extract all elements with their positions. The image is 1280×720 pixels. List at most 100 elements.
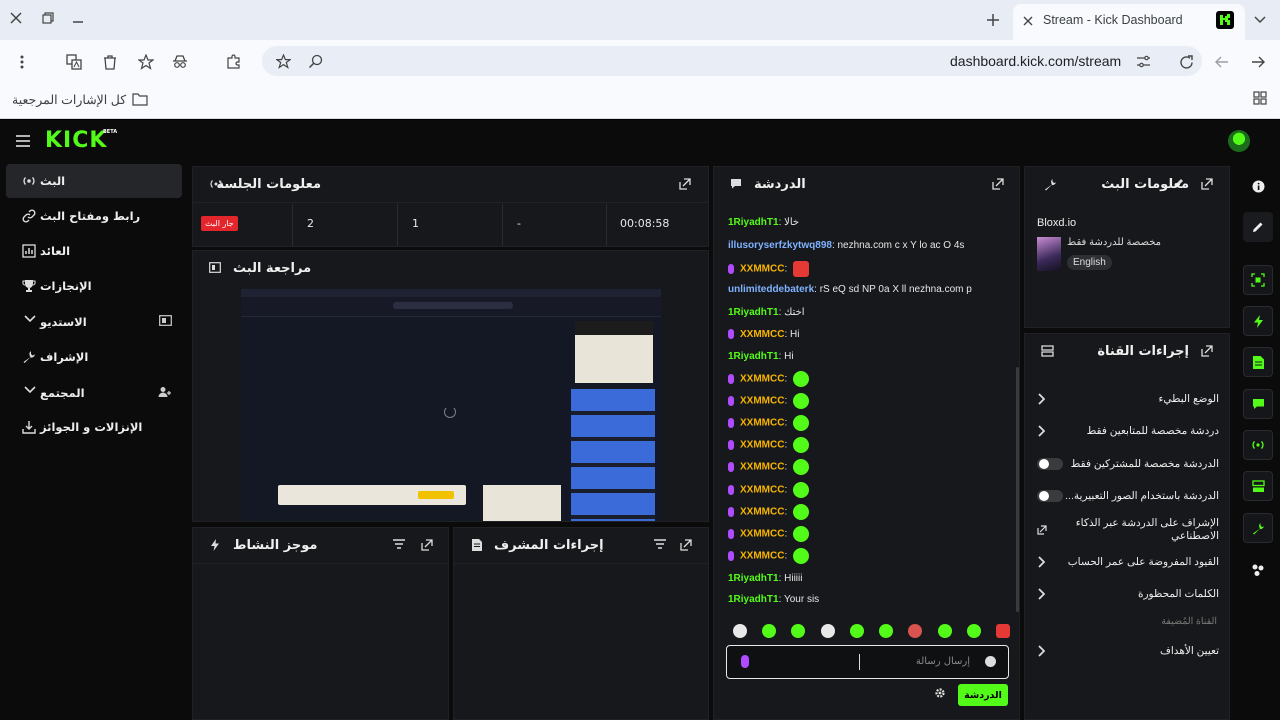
emote-icon[interactable] xyxy=(733,624,747,638)
tab-search-chevron-icon[interactable] xyxy=(1250,10,1270,30)
browser-tab-kick[interactable]: Stream - Kick Dashboard xyxy=(1013,4,1245,40)
subscribers-only-toggle[interactable] xyxy=(1037,458,1063,470)
sidebar-item-studio[interactable]: الاستديو xyxy=(6,305,182,339)
bookmark-star-icon[interactable] xyxy=(274,52,292,70)
set-goals-row[interactable]: تعيين الأهداف xyxy=(1037,636,1219,666)
chat-message: XXMMCC: xyxy=(728,482,810,498)
user-avatar[interactable] xyxy=(1228,130,1250,152)
filter-icon[interactable] xyxy=(654,539,666,549)
video-game-thumbnails xyxy=(571,389,655,521)
extensions-icon[interactable] xyxy=(224,52,244,72)
sidebar-item-moderation[interactable]: الإشراف xyxy=(6,340,182,374)
reload-icon[interactable] xyxy=(1176,52,1196,72)
new-tab-icon[interactable] xyxy=(983,10,1003,30)
info-icon[interactable] xyxy=(1243,171,1273,201)
broadcast-icon[interactable] xyxy=(1243,430,1273,460)
popout-icon[interactable] xyxy=(992,178,1004,190)
account-age-row[interactable]: القيود المفروضة على عمر الحساب xyxy=(1037,547,1219,577)
chat-input[interactable]: إرسال رسالة xyxy=(726,645,1009,679)
send-chat-button[interactable]: الدردشة xyxy=(958,684,1008,706)
minimize-window-icon[interactable] xyxy=(68,8,88,28)
emote-icon xyxy=(793,371,810,387)
emote-icon[interactable] xyxy=(908,624,923,638)
chat-settings-gear-icon[interactable] xyxy=(934,687,946,699)
emote-only-row[interactable]: الدردشة باستخدام الصور التعبيرية... xyxy=(1037,481,1219,511)
emote-icon[interactable] xyxy=(937,624,952,638)
sidebar-item-achievements[interactable]: الإنجازات xyxy=(6,269,182,303)
chat-message: 1RiyadhT1: اختك xyxy=(728,307,805,318)
add-widget-icon[interactable] xyxy=(1243,555,1273,585)
apps-grid-icon[interactable] xyxy=(1250,89,1270,107)
microphone-icon[interactable] xyxy=(741,655,749,668)
badge-icon xyxy=(728,507,734,517)
close-window-icon[interactable] xyxy=(6,8,26,28)
filter-icon[interactable] xyxy=(393,539,405,549)
sidebar-item-drops[interactable]: الإنزالات و الجوائز xyxy=(6,410,182,444)
popout-icon[interactable] xyxy=(1201,178,1213,190)
favorites-icon[interactable] xyxy=(136,52,156,72)
capture-icon[interactable] xyxy=(1243,265,1273,295)
emoji-picker-icon[interactable] xyxy=(985,656,996,667)
chat-message: XXMMCC: xyxy=(728,437,810,453)
sidebar-item-revenue[interactable]: العائد xyxy=(6,234,182,268)
emote-icon[interactable] xyxy=(762,624,777,638)
site-settings-icon[interactable] xyxy=(1134,52,1152,70)
followers-only-row[interactable]: دردشة مخصصة للمتابعين فقط xyxy=(1037,416,1219,446)
channel-actions-icon[interactable] xyxy=(1243,471,1273,501)
url-text[interactable]: dashboard.kick.com/stream xyxy=(950,53,1121,69)
stream-video-player[interactable] xyxy=(241,289,661,521)
emote-icon[interactable] xyxy=(966,624,981,638)
popout-icon[interactable] xyxy=(680,539,692,551)
delete-icon[interactable] xyxy=(100,52,120,72)
emote-icon[interactable] xyxy=(879,624,894,638)
popout-icon[interactable] xyxy=(421,539,433,551)
emote-icon xyxy=(793,393,810,409)
all-bookmarks-label[interactable]: كل الإشارات المرجعية xyxy=(12,92,126,107)
panel-title: إجراءات القناة xyxy=(1097,344,1189,359)
forward-icon[interactable] xyxy=(1212,52,1232,72)
dashboard-topbar: KICK BETA xyxy=(0,120,1280,162)
stat-value: 2 xyxy=(307,217,314,230)
activity-feed-panel: موجز النشاط xyxy=(192,527,449,720)
slow-mode-row[interactable]: الوضع البطيء xyxy=(1037,384,1219,414)
stream-subtitle: مخصصة للدردشة فقط xyxy=(1067,237,1162,248)
edit-pencil-icon[interactable] xyxy=(1243,212,1273,242)
video-ad-small xyxy=(483,485,561,521)
browser-menu-icon[interactable] xyxy=(12,52,32,72)
popout-icon[interactable] xyxy=(1201,345,1213,357)
zoom-icon[interactable] xyxy=(306,52,324,70)
chat-bubble-icon xyxy=(730,178,742,189)
translate-icon[interactable] xyxy=(64,52,84,72)
restore-window-icon[interactable] xyxy=(38,8,58,28)
category-thumbnail xyxy=(1037,237,1061,271)
sidebar-item-stream[interactable]: البث xyxy=(6,164,182,198)
sidebar-item-stream-key[interactable]: رابط ومفتاح البث xyxy=(6,199,182,233)
chat-scrollbar[interactable] xyxy=(1016,367,1019,612)
emote-icon[interactable] xyxy=(849,624,864,638)
wrench-icon[interactable] xyxy=(1243,513,1273,543)
panel-header: معلومات الجلسة xyxy=(193,167,708,203)
hamburger-menu-icon[interactable] xyxy=(14,133,32,149)
lightning-icon[interactable] xyxy=(1243,306,1273,336)
chat-bubble-icon[interactable] xyxy=(1243,389,1273,419)
subscribers-only-row[interactable]: الدردشة مخصصة للمشتركين فقط xyxy=(1037,449,1219,479)
kick-logo[interactable]: KICK xyxy=(45,128,107,153)
folder-icon[interactable] xyxy=(130,90,150,108)
document-icon[interactable] xyxy=(1243,347,1273,377)
banned-words-row[interactable]: الكلمات المحظورة xyxy=(1037,579,1219,609)
panel-title: إجراءات المشرف xyxy=(494,538,604,553)
incognito-icon[interactable] xyxy=(170,52,190,72)
back-icon[interactable] xyxy=(1248,52,1268,72)
popout-icon[interactable] xyxy=(679,178,691,190)
emote-icon[interactable] xyxy=(995,624,1010,638)
emote-only-toggle[interactable] xyxy=(1037,490,1063,502)
address-bar[interactable]: dashboard.kick.com/stream xyxy=(262,46,1202,76)
tab-title: Stream - Kick Dashboard xyxy=(1043,13,1183,27)
close-tab-icon[interactable] xyxy=(1021,14,1035,28)
chat-message: XXMMCC: xyxy=(728,504,810,520)
emote-icon xyxy=(793,548,810,564)
sidebar-item-community[interactable]: المجتمع xyxy=(6,376,182,410)
ai-moderation-row[interactable]: الإشراف على الدردشة عبر الذكاء الاصطناعي xyxy=(1037,514,1219,546)
emote-icon[interactable] xyxy=(820,624,835,638)
emote-icon[interactable] xyxy=(791,624,806,638)
